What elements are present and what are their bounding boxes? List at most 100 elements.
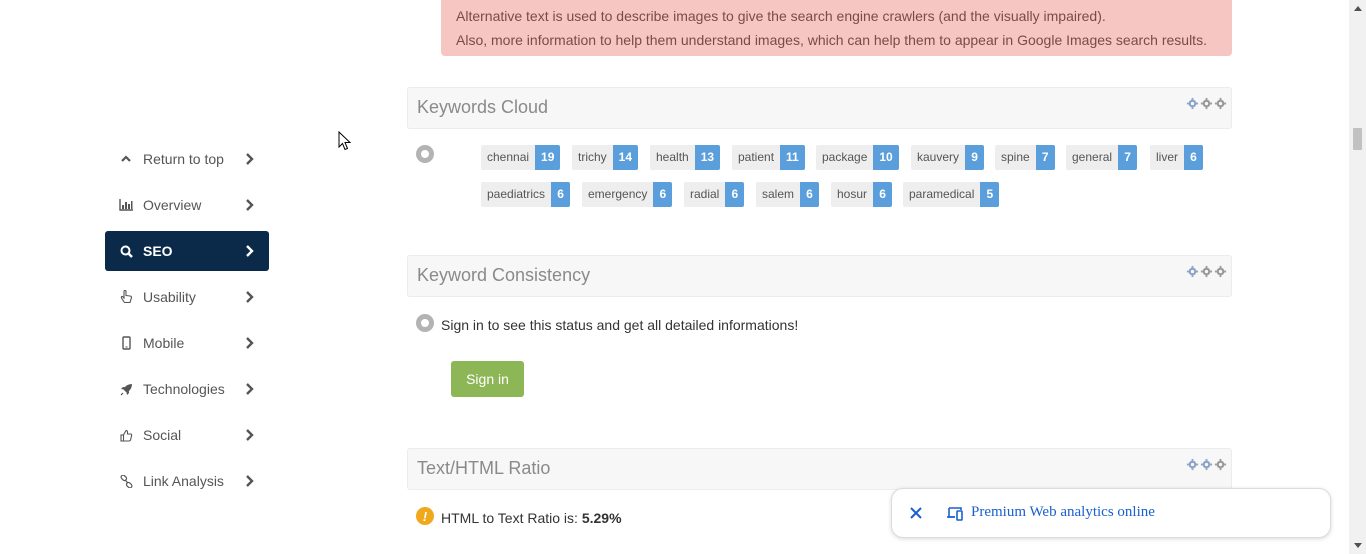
- keyword-count: 6: [800, 182, 820, 207]
- alt-text-alert: Alternative text is used to describe ima…: [441, 0, 1232, 56]
- status-radio-icon: [416, 314, 434, 332]
- keyword-tag: chennai 19: [481, 145, 561, 170]
- sidebar-item-label: Overview: [143, 197, 202, 213]
- sign-in-button[interactable]: Sign in: [451, 361, 524, 397]
- keyword-count: 6: [1184, 145, 1204, 170]
- thumbs-up-icon: [119, 428, 133, 442]
- sidebar-item-social[interactable]: Social: [105, 415, 269, 455]
- keyword-text: spine: [995, 145, 1036, 170]
- html-text-ratio: HTML to Text Ratio is: 5.29%: [441, 510, 622, 526]
- text-html-ratio-header: Text/HTML Ratio: [407, 448, 1232, 490]
- keyword-count: 6: [551, 182, 571, 207]
- sidebar-item-label: SEO: [143, 243, 173, 259]
- sidebar-item-label: Technologies: [143, 381, 225, 397]
- keyword-tag: patient 11: [732, 145, 805, 170]
- sidebar-item-seo[interactable]: SEO: [105, 231, 269, 271]
- chevron-right-icon: [242, 473, 258, 489]
- page: Alternative text is used to describe ima…: [0, 0, 1366, 554]
- keyword-tag: health 13: [650, 145, 721, 170]
- mouse-cursor-icon: [338, 130, 352, 156]
- keyword-text: emergency: [582, 182, 654, 207]
- sidebar-item-label: Social: [143, 427, 182, 443]
- keyword-tag: paediatrics 6: [481, 182, 571, 207]
- keyword-tag: kauvery 9: [911, 145, 985, 170]
- ad-banner[interactable]: Premium Web analytics online: [891, 488, 1331, 538]
- pointer-hand-icon: [119, 290, 133, 304]
- keyword-tag: spine 7: [995, 145, 1055, 170]
- keyword-count: 13: [694, 145, 721, 170]
- keyword-text: hosur: [831, 182, 874, 207]
- keyword-text: radial: [684, 182, 726, 207]
- scroll-down-arrow-icon[interactable]: [1349, 537, 1366, 554]
- keywords-cloud-header: Keywords Cloud: [407, 87, 1232, 129]
- ratio-value: 5.29%: [581, 510, 622, 526]
- keyword-text: trichy: [572, 145, 613, 170]
- keyword-count: 14: [612, 145, 639, 170]
- chevron-right-icon: [242, 427, 258, 443]
- section-title: Keywords Cloud: [417, 97, 549, 117]
- keyword-tag: package 10: [816, 145, 899, 170]
- keyword-text: salem: [756, 182, 801, 207]
- search-icon: [119, 244, 133, 258]
- sidebar-item-label: Mobile: [143, 335, 185, 351]
- keyword-text: paediatrics: [481, 182, 552, 207]
- keyword-text: kauvery: [911, 145, 966, 170]
- sidebar-item-label: Return to top: [143, 151, 224, 167]
- keyword-count: 19: [535, 145, 561, 170]
- keyword-count: 6: [873, 182, 893, 207]
- sidebar-nav: Return to top Overview SEO Usability Mob…: [105, 139, 269, 507]
- gear-icon: [1186, 97, 1227, 110]
- gear-icon: [1186, 265, 1227, 278]
- keyword-tag: emergency 6: [582, 182, 673, 207]
- keyword-count: 7: [1035, 145, 1055, 170]
- keyword-count: 9: [965, 145, 985, 170]
- keyword-text: patient: [732, 145, 781, 170]
- ad-link[interactable]: Premium Web analytics online: [971, 504, 1155, 521]
- keyword-text: general: [1066, 145, 1119, 170]
- scrollbar-thumb[interactable]: [1353, 128, 1362, 150]
- signin-message: Sign in to see this status and get all d…: [441, 317, 799, 333]
- sidebar-item-mobile[interactable]: Mobile: [105, 323, 269, 363]
- keyword-count: 6: [653, 182, 673, 207]
- keyword-tag: paramedical 5: [903, 182, 1000, 207]
- alert-line-1: Alternative text is used to describe ima…: [456, 8, 1106, 24]
- sidebar-item-label: Usability: [143, 289, 196, 305]
- status-radio-icon: [416, 145, 434, 163]
- chevron-right-icon: [242, 289, 258, 305]
- keyword-text: paramedical: [903, 182, 981, 207]
- sidebar-item-overview[interactable]: Overview: [105, 185, 269, 225]
- alert-line-2: Also, more information to help them unde…: [456, 32, 1207, 48]
- rocket-icon: [119, 382, 133, 396]
- keyword-count: 11: [780, 145, 805, 170]
- keyword-text: liver: [1150, 145, 1185, 170]
- vertical-scrollbar[interactable]: [1349, 0, 1366, 554]
- keyword-tag: salem 6: [756, 182, 820, 207]
- link-icon: [119, 474, 133, 488]
- close-icon[interactable]: [906, 503, 926, 523]
- keyword-tag: trichy 14: [572, 145, 639, 170]
- keyword-tag: liver 6: [1150, 145, 1204, 170]
- scroll-up-arrow-icon[interactable]: [1349, 0, 1366, 17]
- keyword-tag: general 7: [1066, 145, 1138, 170]
- chevron-right-icon: [242, 243, 258, 259]
- sidebar-item-return-to-top[interactable]: Return to top: [105, 139, 269, 179]
- section-title: Text/HTML Ratio: [417, 458, 551, 478]
- keyword-count: 5: [980, 182, 1000, 207]
- keyword-count: 7: [1118, 145, 1138, 170]
- sidebar-item-link-analysis[interactable]: Link Analysis: [105, 461, 269, 501]
- sidebar-item-usability[interactable]: Usability: [105, 277, 269, 317]
- keyword-tag: radial 6: [684, 182, 745, 207]
- sidebar-item-label: Link Analysis: [143, 473, 224, 489]
- ratio-label: HTML to Text Ratio is:: [441, 510, 582, 526]
- keyword-text: health: [650, 145, 695, 170]
- keyword-consistency-header: Keyword Consistency: [407, 255, 1232, 297]
- keyword-text: package: [816, 145, 874, 170]
- chevron-right-icon: [242, 381, 258, 397]
- keyword-count: 10: [873, 145, 899, 170]
- mobile-icon: [119, 336, 133, 350]
- gear-icon: [1186, 458, 1227, 471]
- bar-chart-icon: [119, 198, 133, 212]
- sidebar-item-technologies[interactable]: Technologies: [105, 369, 269, 409]
- keyword-text: chennai: [481, 145, 536, 170]
- chevron-right-icon: [242, 197, 258, 213]
